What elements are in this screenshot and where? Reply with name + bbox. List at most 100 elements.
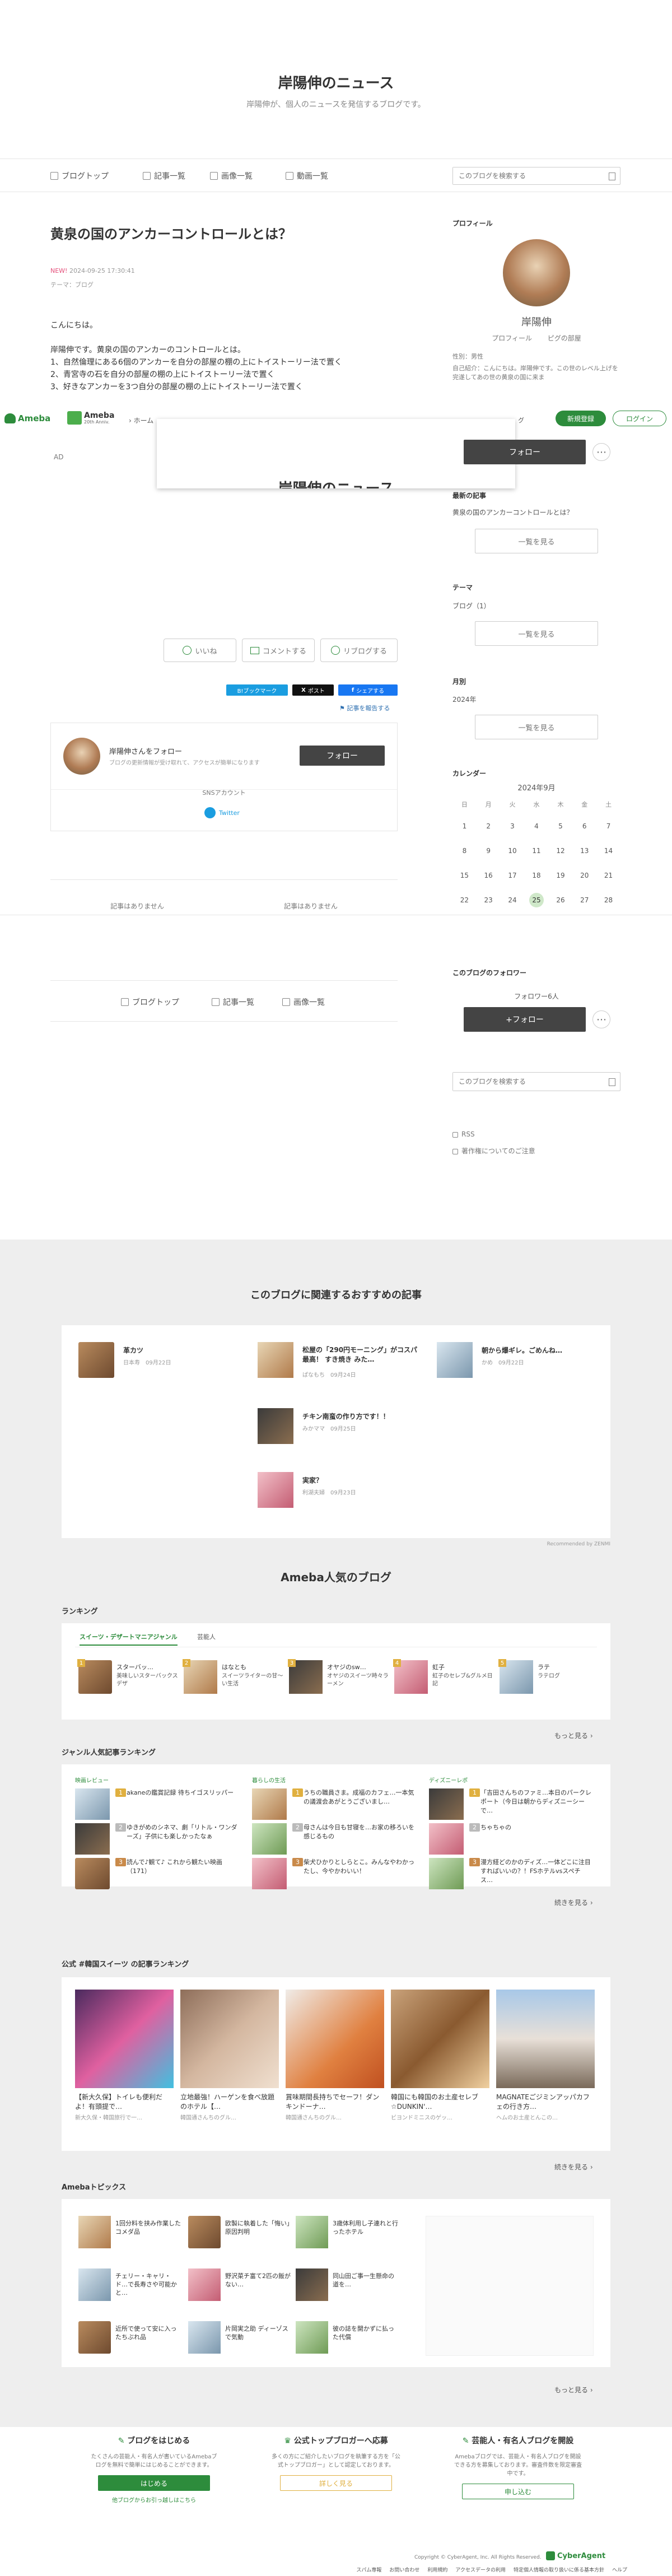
follow-card-name[interactable]: 岸陽伸さんをフォロー — [109, 746, 182, 756]
followers-follow-button[interactable]: +フォロー — [464, 1007, 586, 1032]
sidebar-search-input[interactable] — [453, 1073, 593, 1091]
theme-item[interactable]: ブログ（1） — [452, 601, 491, 611]
recommend-item[interactable]: 朝から爆ギレ。ごめんね… かめ 09月22日 — [437, 1342, 605, 1378]
genre-item[interactable]: 3 柴犬ひかりとしらとこ。みんなやわかったし、今やかわいい！ — [252, 1858, 420, 1893]
twitter-link[interactable]: Twitter — [204, 807, 240, 818]
sidebar-more-button[interactable]: ⋯ — [592, 443, 610, 461]
topblogger-detail-button[interactable]: 詳しく見る — [280, 2475, 392, 2491]
genre-item[interactable]: 1 akaneの鑑賞記録 待ちイゴスリッパー — [75, 1788, 243, 1823]
topic-item[interactable]: 同山田ご事一生懸命の道を… — [296, 2268, 402, 2302]
search-input[interactable] — [453, 167, 593, 184]
footer-link[interactable]: ヘルプ — [612, 2566, 627, 2573]
breadcrumb-home[interactable]: › ホーム — [129, 416, 153, 425]
topic-item[interactable]: 1回分料を挟み作業したコメダ品 — [78, 2216, 185, 2249]
article-title[interactable]: 黄泉の国のアンカーコントロールとは？ — [50, 207, 398, 243]
sidebar-follow-button[interactable]: フォロー — [464, 440, 586, 464]
login-button[interactable]: ログイン — [613, 411, 666, 426]
topic-item[interactable]: 野沢菜チ富て2匹の飯がない… — [188, 2268, 295, 2302]
sweets-more-link[interactable]: 続きを見る › — [554, 2162, 593, 2172]
recommend-credit[interactable]: Recommended by ZENMI — [504, 1541, 610, 1547]
recommend-item[interactable]: 松屋の「290円モーニング」がコスパ最高！ すき焼き みた… ぱなもち 09月2… — [258, 1342, 426, 1378]
sweets-item[interactable]: 韓国にも韓国のお土産セレブ☆DUNKIN'… ビヨンドミニスのゲッ… — [391, 1990, 489, 2121]
footer-link[interactable]: お問い合わせ — [389, 2566, 419, 2573]
profile-name[interactable]: 岸陽伸 — [452, 314, 620, 329]
pigg-room-link[interactable]: ピグの部屋 — [548, 334, 581, 342]
topic-item[interactable]: 3歳体利用し子連れと行ったホテル — [296, 2216, 402, 2249]
footer-link[interactable]: 特定個人情報の取り扱いに係る基本方針 — [514, 2566, 604, 2573]
nav-entry-list[interactable]: 記事一覧 — [143, 170, 185, 181]
search-icon[interactable] — [609, 173, 615, 180]
share-bookmark-button[interactable]: B!ブックマーク — [226, 684, 288, 696]
sweets-item[interactable]: MAGNATEごジミンアッパカフェの行き方… ヘムのお土産とんこの… — [496, 1990, 595, 2121]
ranking-item[interactable]: 3 オヤジのsw… オヤジのスイーツ時々ラーメン — [288, 1659, 390, 1699]
blog-nav: ブログトップ 記事一覧 画像一覧 動画一覧 — [0, 159, 672, 192]
sweets-item[interactable]: 【新大久保】トイレも便利だよ！有頭提で… 新大久保・韓国旅行で一… — [75, 1990, 174, 2121]
genre-item[interactable]: 1 「吉田さんちのファミ…本日のパークレポート（今日は朝からディズニーシーで… — [429, 1788, 597, 1823]
recent-list-button[interactable]: 一覧を見る — [475, 529, 598, 553]
ranking-item[interactable]: 4 虹子 虹子のセレブ&グルメ日記 — [393, 1659, 495, 1699]
month-list-button[interactable]: 一覧を見る — [475, 715, 598, 739]
copyright-note-link[interactable]: 著作権についてのご注意 — [452, 1146, 535, 1156]
genre-more-link[interactable]: 続きを見る › — [554, 1898, 593, 1907]
blog-title[interactable]: 岸陽伸のニュース — [0, 72, 672, 92]
genre-item[interactable]: 2 母さんは今日も甘寝を…お家の移ろいを感じるもの — [252, 1823, 420, 1858]
sweets-item[interactable]: 賞味期間長持ちでセーフ！ダンキンドーナ… 韓国通さんちのグル… — [286, 1990, 384, 2121]
genre-item[interactable]: 3 漫方経どのかのディズ…一体どこに注目すればいいの？！FSホテルvsスペチス… — [429, 1858, 597, 1893]
reblog-button[interactable]: リブログする — [320, 639, 398, 662]
sweets-item[interactable]: 立地最強！ハーゲンを食べ放題のホテル【… 韓国通さんちのグル… — [180, 1990, 279, 2121]
report-link[interactable]: ⚑ 記事を報告する — [339, 704, 390, 712]
share-post-button[interactable]: X ポスト — [292, 684, 334, 696]
nav-blog-top[interactable]: ブログトップ — [50, 170, 109, 181]
avatar[interactable] — [503, 239, 570, 306]
topic-item[interactable]: 近所で使って安に入ったちぶれ品 — [78, 2321, 185, 2355]
celebrity-apply-button[interactable]: 申し込む — [462, 2484, 574, 2499]
profile-link[interactable]: プロフィール — [492, 334, 532, 342]
genre-item[interactable]: 3 読んで♪観て♪ これから観たい映画（171） — [75, 1858, 243, 1893]
topic-item[interactable]: 彼の誌を開かずに払った代償 — [296, 2321, 402, 2355]
theme-list-button[interactable]: 一覧を見る — [475, 621, 598, 646]
bottom-nav-images[interactable]: 画像一覧 — [282, 996, 325, 1008]
month-item[interactable]: 2024年 — [452, 695, 477, 704]
recent-item[interactable]: 黄泉の国のアンカーコントロールとは？ — [452, 507, 573, 517]
like-button[interactable]: いいね — [164, 639, 236, 662]
topics-more-link[interactable]: もっと見る › — [554, 2385, 593, 2395]
bottom-nav-top[interactable]: ブログトップ — [121, 996, 179, 1008]
header-login-hint[interactable]: グ — [518, 416, 524, 425]
topic-item[interactable]: 欧製に執着した「悔い」原因判明 — [188, 2216, 295, 2249]
ranking-tab-sweets[interactable]: スイーツ・デザートマニアジャンル — [80, 1632, 178, 1646]
topic-item[interactable]: 片岡実之助 ディーゾスで気動 — [188, 2321, 295, 2355]
migrate-link[interactable]: 他ブログからお引っ越しはこちら — [73, 2495, 235, 2504]
follower-count[interactable]: フォロワー6人 — [452, 991, 620, 1001]
topic-item[interactable]: チェリー・キャリ・ド…で長寿さや可能かと… — [78, 2268, 185, 2302]
footer-link[interactable]: スパム専報 — [356, 2566, 381, 2573]
bottom-nav-entries[interactable]: 記事一覧 — [212, 996, 254, 1008]
followers-more-button[interactable]: ⋯ — [592, 1010, 610, 1028]
footer-link[interactable]: アクセスデータの利用 — [455, 2566, 506, 2573]
ameba-logo[interactable]: Ameba — [4, 413, 50, 423]
ranking-item[interactable]: 2 はなとも スイーツライターの甘〜い生活 — [183, 1659, 284, 1699]
nav-image-list[interactable]: 画像一覧 — [210, 170, 253, 181]
footer-link[interactable]: 利用規約 — [427, 2566, 447, 2573]
recommend-item[interactable]: 実家？ 利湖夫婦 09月23日 — [258, 1472, 426, 1508]
rss-link[interactable]: RSS — [452, 1130, 475, 1138]
calendar-day-today[interactable]: 25 — [524, 888, 548, 912]
article-theme[interactable]: テーマ：ブログ — [50, 280, 398, 289]
comment-button[interactable]: コメントする — [242, 639, 315, 662]
ranking-more-link[interactable]: もっと見る › — [554, 1731, 593, 1740]
recommend-item[interactable]: チキン南蛮の作り方です！！ みかママ 09月25日 — [258, 1408, 426, 1444]
genre-item[interactable]: 2 ちゃちゃの — [429, 1823, 597, 1858]
cyberagent-logo[interactable]: CyberAgent — [546, 2551, 605, 2560]
search-icon[interactable] — [609, 1078, 615, 1086]
ranking-item[interactable]: 5 ラテ ラテログ — [498, 1659, 600, 1699]
follow-card-button[interactable]: フォロー — [300, 746, 385, 766]
share-facebook-button[interactable]: f シェアする — [338, 684, 398, 696]
ranking-item[interactable]: 1 スターバッ… 美味しいスターバックスデザ — [77, 1659, 179, 1699]
author-avatar[interactable] — [63, 738, 100, 775]
register-button[interactable]: 新規登録 — [556, 411, 606, 426]
nav-video-list[interactable]: 動画一覧 — [286, 170, 328, 181]
genre-item[interactable]: 1 うちの職員さま。成福のカフェ…一本気の議渡会あがとうございまし… — [252, 1788, 420, 1823]
ranking-tab-celebrity[interactable]: 芸能人 — [197, 1632, 216, 1641]
recommend-item[interactable]: 革カツ 日本寿 09月22日 — [78, 1342, 246, 1378]
start-blog-button[interactable]: はじめる — [98, 2475, 210, 2491]
genre-item[interactable]: 2 ゆきがめのシネマ、劇「リトル・ワンダーズ」子供にも楽しかったなぁ — [75, 1823, 243, 1858]
